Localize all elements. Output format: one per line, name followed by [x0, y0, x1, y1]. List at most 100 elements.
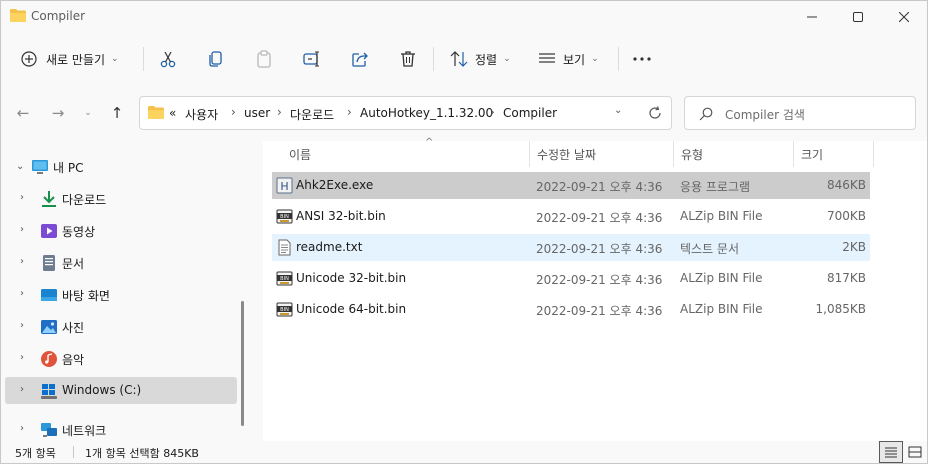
- sidebar-item-pictures[interactable]: › 사진: [5, 313, 237, 340]
- title-bar: Compiler: [1, 1, 927, 33]
- sidebar-item-label: 음악: [62, 353, 85, 367]
- copy-button[interactable]: [207, 39, 225, 79]
- view-button[interactable]: 보기 ⌄: [538, 39, 599, 79]
- download-icon: [42, 191, 56, 207]
- sort-button[interactable]: 정렬 ⌄: [450, 39, 511, 79]
- search-box[interactable]: Compiler 검색: [684, 96, 916, 130]
- column-label: 크기: [801, 148, 824, 162]
- recent-locations-button[interactable]: ⌄: [75, 99, 101, 127]
- sidebar-item-windows-c[interactable]: › Windows (C:): [5, 377, 237, 404]
- chevron-right-icon: ›: [231, 105, 236, 119]
- txt-icon: [278, 239, 291, 256]
- file-type: 텍스트 문서: [680, 242, 740, 256]
- file-size: 2KB: [842, 240, 866, 254]
- cut-button[interactable]: [159, 39, 177, 79]
- file-row[interactable]: BIN Unicode 32-bit.bin 2022-09-21 오후 4:3…: [272, 265, 870, 292]
- breadcrumb-item[interactable]: Compiler: [503, 106, 557, 120]
- forward-button[interactable]: →: [45, 99, 71, 127]
- breadcrumb-item[interactable]: AutoHotkey_1.1.32.00: [360, 106, 493, 120]
- sidebar-item-label: 네트워크: [62, 424, 107, 438]
- copy-icon: [209, 51, 222, 67]
- column-divider[interactable]: [673, 141, 674, 167]
- search-icon: [699, 107, 713, 121]
- breadcrumb-item[interactable]: user: [244, 106, 270, 120]
- chevron-down-icon: ⌄: [503, 54, 511, 64]
- view-list-icon: [539, 53, 555, 63]
- sidebar-item-label: 문서: [62, 257, 85, 271]
- sidebar-item-this-pc[interactable]: ⌄ 내 PC: [5, 153, 237, 180]
- explorer-window: Compiler 새로 만들기 ⌄ 정렬 ⌄ 보기 ⌄ ← → ⌄ ↑ « 사용…: [0, 0, 928, 464]
- file-type: 응용 프로그램: [680, 180, 751, 194]
- pc-icon: [32, 160, 48, 174]
- file-list: ^ 이름 수정한 날짜 유형 크기 H Ahk2Exe.exe 2022-09-…: [263, 137, 927, 441]
- breadcrumb-item[interactable]: 다운로드: [290, 106, 334, 123]
- up-button[interactable]: ↑: [104, 99, 130, 127]
- sidebar-item-music[interactable]: › 음악: [5, 345, 237, 372]
- search-placeholder: Compiler 검색: [725, 108, 805, 122]
- chevron-down-icon: ⌄: [84, 108, 92, 118]
- maximize-icon: [853, 12, 863, 22]
- column-label: 수정한 날짜: [537, 148, 597, 162]
- back-button[interactable]: ←: [10, 99, 36, 127]
- address-history-dropdown[interactable]: ⌄: [614, 105, 622, 116]
- sidebar-item-downloads[interactable]: › 다운로드: [5, 185, 237, 212]
- refresh-icon[interactable]: [648, 106, 662, 120]
- navigation-pane: ⌄ 내 PC › 다운로드 › 동영상 › 문서 › 바탕 화면 › 사진 › …: [1, 141, 245, 441]
- sidebar-item-desktop[interactable]: › 바탕 화면: [5, 281, 237, 308]
- tiles-view-button[interactable]: [903, 441, 927, 463]
- close-button[interactable]: [881, 1, 927, 33]
- file-date: 2022-09-21 오후 4:36: [536, 242, 663, 256]
- more-icon: [633, 57, 651, 61]
- bin-icon: BIN: [276, 209, 293, 224]
- sidebar-item-label: Windows (C:): [62, 383, 142, 397]
- rename-button[interactable]: [303, 39, 321, 79]
- details-view-icon: [885, 447, 897, 458]
- file-name: Ahk2Exe.exe: [296, 178, 374, 192]
- rename-icon: [303, 51, 319, 67]
- sort-icon: [450, 51, 468, 67]
- column-header-type[interactable]: 유형: [681, 141, 791, 167]
- chevron-down-icon: ⌄: [591, 54, 599, 64]
- arrow-left-icon: ←: [16, 104, 30, 122]
- column-header-name[interactable]: ^ 이름: [289, 137, 527, 167]
- address-bar[interactable]: « 사용자 › user › 다운로드 › AutoHotkey_1.1.32.…: [139, 96, 672, 130]
- navigation-scrollbar[interactable]: [241, 301, 244, 426]
- column-divider[interactable]: [873, 141, 874, 167]
- chevron-right-icon: ›: [20, 256, 24, 267]
- sidebar-item-documents[interactable]: › 문서: [5, 249, 237, 276]
- column-divider[interactable]: [793, 141, 794, 167]
- sidebar-item-videos[interactable]: › 동영상: [5, 217, 237, 244]
- column-header-date[interactable]: 수정한 날짜: [537, 141, 671, 167]
- chevron-right-icon: ›: [20, 423, 24, 434]
- column-divider[interactable]: [529, 141, 530, 167]
- minimize-button[interactable]: [789, 1, 835, 33]
- file-row[interactable]: H Ahk2Exe.exe 2022-09-21 오후 4:36 응용 프로그램…: [272, 172, 870, 199]
- maximize-button[interactable]: [835, 1, 881, 33]
- share-button[interactable]: [351, 39, 369, 79]
- bin-icon: BIN: [276, 271, 293, 286]
- new-button[interactable]: 새로 만들기 ⌄: [21, 39, 119, 79]
- separator: [73, 446, 74, 458]
- sidebar-item-label: 동영상: [62, 225, 96, 239]
- sidebar-item-network[interactable]: › 네트워크: [5, 416, 237, 443]
- paste-button[interactable]: [255, 39, 273, 79]
- separator: [618, 47, 619, 71]
- chevron-right-icon: ›: [20, 384, 24, 395]
- file-row[interactable]: BIN Unicode 64-bit.bin 2022-09-21 오후 4:3…: [272, 296, 870, 323]
- chevron-right-icon: ›: [20, 192, 24, 203]
- file-size: 1,085KB: [815, 302, 866, 316]
- file-row[interactable]: BIN ANSI 32-bit.bin 2022-09-21 오후 4:36 A…: [272, 203, 870, 230]
- bin-icon: BIN: [276, 302, 293, 317]
- breadcrumb-overflow[interactable]: «: [169, 106, 176, 120]
- more-button[interactable]: [633, 39, 651, 79]
- column-header-size[interactable]: 크기: [801, 141, 871, 167]
- breadcrumb-item[interactable]: 사용자: [185, 106, 218, 123]
- delete-button[interactable]: [399, 39, 417, 79]
- drive-icon: [41, 384, 57, 399]
- sidebar-item-label: 바탕 화면: [62, 289, 110, 303]
- chevron-down-icon: ⌄: [111, 54, 119, 64]
- details-view-button[interactable]: [879, 441, 903, 463]
- folder-icon: [148, 106, 164, 119]
- file-row[interactable]: readme.txt 2022-09-21 오후 4:36 텍스트 문서 2KB: [272, 234, 870, 261]
- file-date: 2022-09-21 오후 4:36: [536, 304, 663, 318]
